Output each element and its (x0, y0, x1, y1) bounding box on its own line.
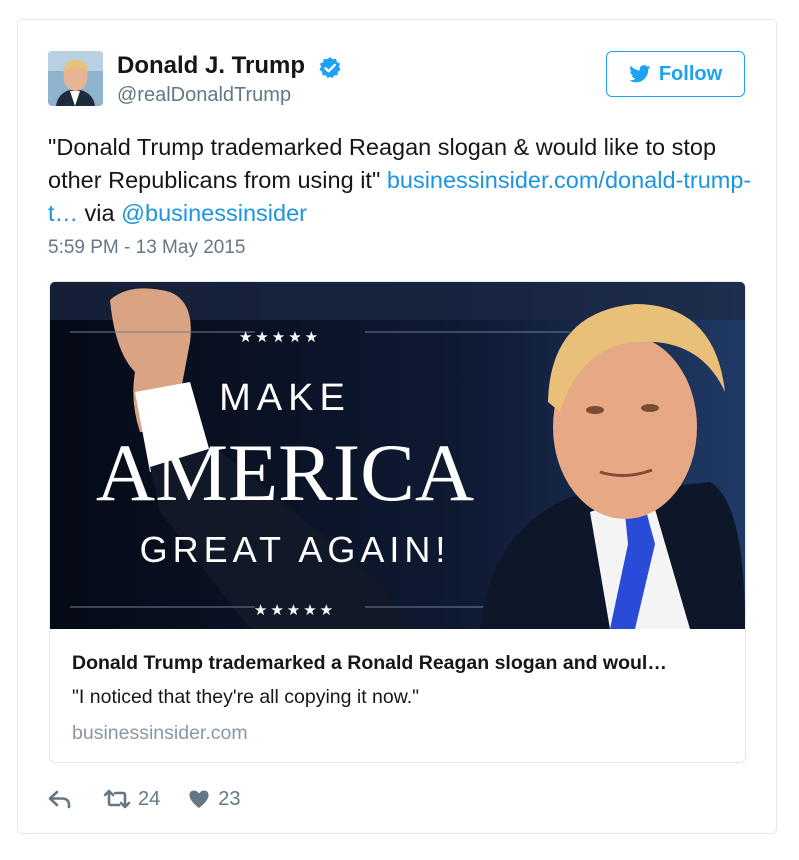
twitter-bird-icon (629, 65, 651, 83)
card-description: "I noticed that they're all copying it n… (72, 686, 420, 708)
via-text: via (78, 200, 122, 226)
tweet-text: "Donald Trump trademarked Reagan slogan … (48, 131, 758, 230)
image-make: MAKE (219, 377, 351, 419)
tweet-timestamp[interactable]: 5:59 PM - 13 May 2015 (48, 237, 246, 259)
card-domain: businessinsider.com (72, 722, 248, 744)
user-handle[interactable]: @realDonaldTrump (117, 84, 291, 107)
follow-button[interactable]: Follow (606, 51, 745, 97)
like-count: 23 (218, 787, 241, 810)
reply-icon (48, 790, 71, 809)
reply-button[interactable] (48, 789, 72, 809)
heart-icon (189, 790, 209, 808)
display-name[interactable]: Donald J. Trump (117, 52, 305, 80)
card-image: ★★★★★ MAKE AMERICA GREAT AGAIN! ★★★★★ (50, 282, 745, 629)
verified-badge-icon (319, 57, 341, 79)
tweet-actions: 24 23 (48, 784, 241, 814)
like-button[interactable]: 23 (188, 787, 241, 811)
follow-label: Follow (658, 62, 723, 85)
retweet-button[interactable]: 24 (102, 788, 160, 811)
retweet-icon (103, 789, 131, 809)
image-america: AMERICA (96, 427, 474, 518)
mention-link[interactable]: @businessinsider (121, 200, 307, 226)
link-preview-card[interactable]: ★★★★★ MAKE AMERICA GREAT AGAIN! ★★★★★ Do… (49, 281, 746, 763)
image-stars-bottom: ★★★★★ (254, 601, 336, 619)
card-title[interactable]: Donald Trump trademarked a Ronald Reagan… (72, 652, 732, 675)
tweet-card: Donald J. Trump @realDonaldTrump Follow … (17, 19, 777, 834)
image-stars-top: ★★★★★ (239, 328, 321, 346)
avatar[interactable] (48, 51, 103, 106)
image-great-again: GREAT AGAIN! (140, 529, 451, 570)
retweet-count: 24 (138, 787, 161, 810)
